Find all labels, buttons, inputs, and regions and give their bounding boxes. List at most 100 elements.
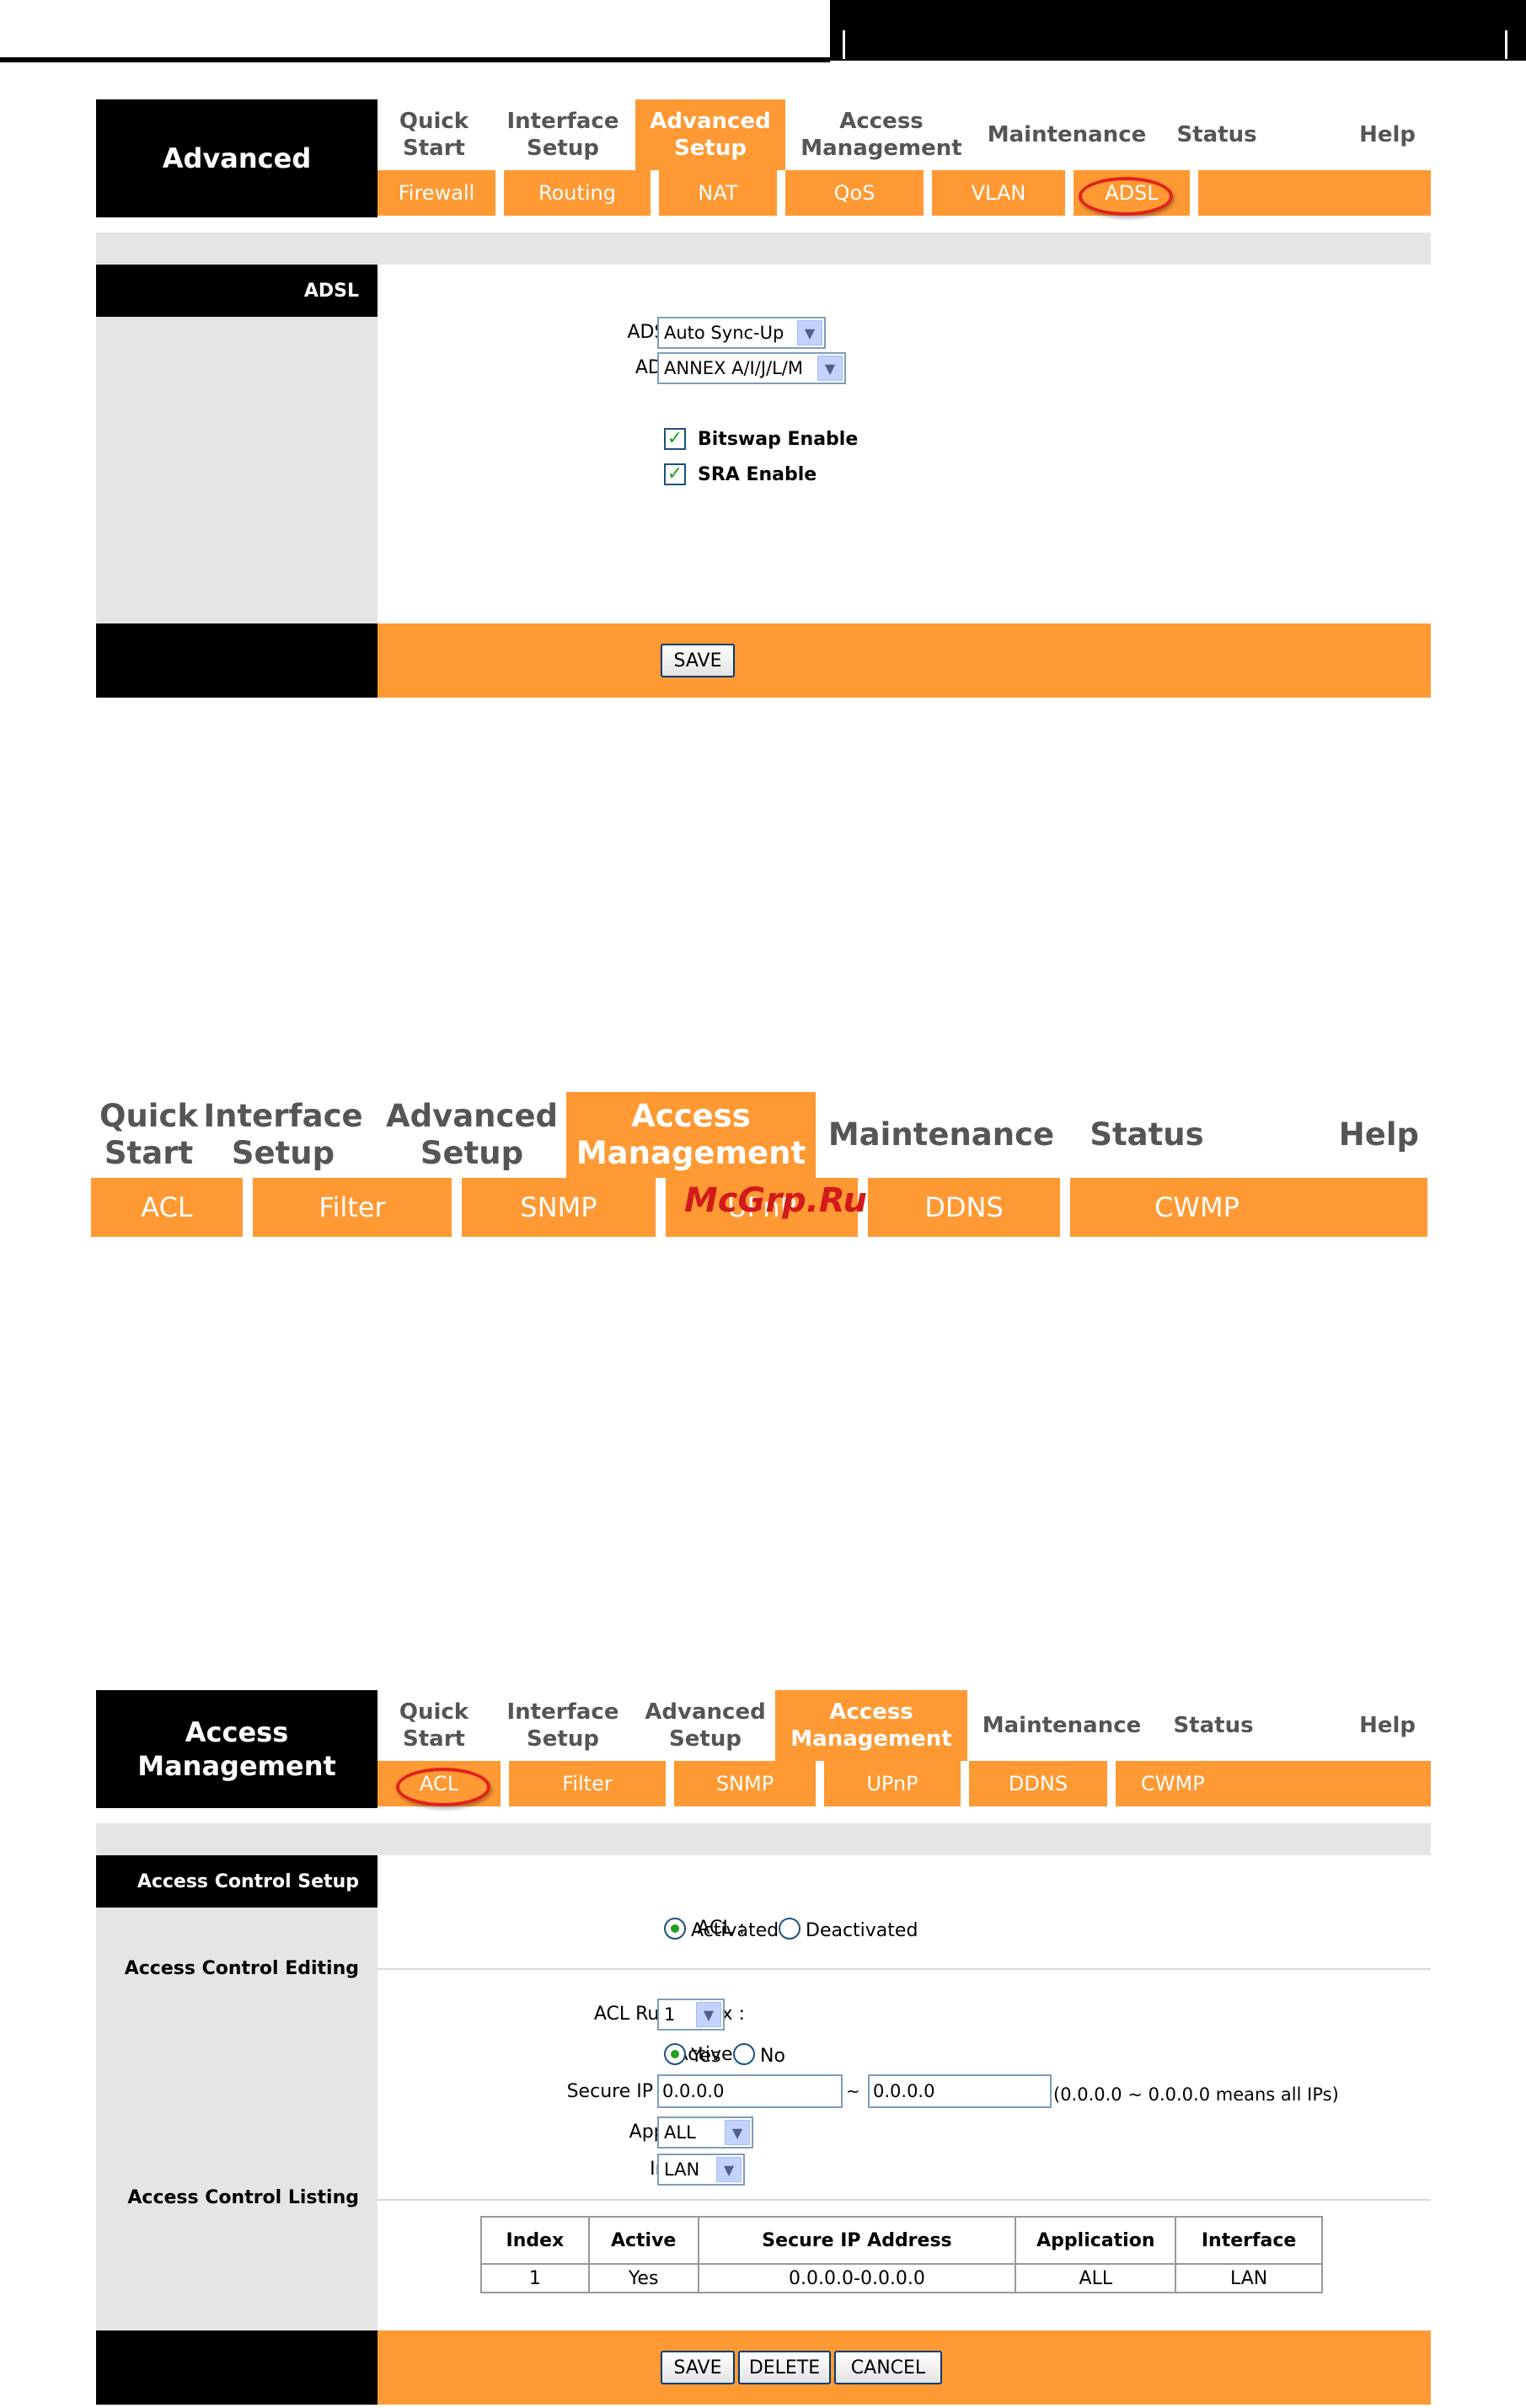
- active-no-radio[interactable]: [733, 2043, 755, 2065]
- subtab-spacer: [1198, 170, 1431, 216]
- tab-advanced-setup[interactable]: Advanced Setup: [377, 1092, 566, 1178]
- tab-quick-start[interactable]: Quick Start: [377, 99, 490, 170]
- tab-interface-setup[interactable]: Interface Setup: [490, 1690, 635, 1761]
- subtab-upnp[interactable]: UPnP: [824, 1761, 969, 1806]
- section-header-access-control-setup: Access Control Setup: [96, 1855, 377, 1908]
- page-header-notch: [1505, 30, 1507, 59]
- adsl-mode-select[interactable]: Auto Sync-Up ▼: [657, 317, 826, 349]
- rule-index-select[interactable]: 1 ▼: [657, 1999, 725, 2031]
- highlight-circle: [1079, 177, 1173, 216]
- cell-application: ALL: [1015, 2263, 1177, 2293]
- tab-help[interactable]: Help: [1271, 1690, 1431, 1761]
- secure-ip-from-input[interactable]: 0.0.0.0: [657, 2074, 843, 2108]
- tab-interface-setup[interactable]: Interface Setup: [189, 1092, 377, 1178]
- chevron-down-icon[interactable]: ▼: [696, 2002, 721, 2027]
- subtab-vlan[interactable]: VLAN: [932, 170, 1074, 216]
- tab-status[interactable]: Status: [1067, 1092, 1227, 1178]
- section-access-control-listing: Access Control Listing: [127, 2187, 359, 2208]
- secure-ip-to-input[interactable]: 0.0.0.0: [868, 2074, 1052, 2108]
- table-row[interactable]: 1 Yes 0.0.0.0-0.0.0.0 ALL LAN: [480, 2263, 1323, 2293]
- tab-advanced-setup[interactable]: Advanced Setup: [635, 1690, 775, 1761]
- sub-nav: ACL Filter SNMP UPnP DDNS CWMP: [377, 1761, 1431, 1806]
- acl-deactivated-label: Deactivated: [806, 1920, 918, 1941]
- bitswap-label: Bitswap Enable: [698, 429, 859, 450]
- ip-hint: (0.0.0.0 ~ 0.0.0.0 means all IPs): [1053, 2084, 1339, 2105]
- cell-interface: LAN: [1175, 2263, 1323, 2293]
- subtab-ddns[interactable]: DDNS: [868, 1178, 1070, 1237]
- adsl-type-value: ANNEX A/I/J/L/M: [664, 358, 803, 378]
- page-header-bar: [830, 0, 1526, 61]
- acl-panel: Access Management Quick Start Interface …: [96, 1690, 1431, 2405]
- save-button[interactable]: SAVE: [661, 2351, 735, 2384]
- tab-access-management[interactable]: Access Management: [566, 1092, 816, 1178]
- acl-activated-label: Activated: [691, 1920, 779, 1941]
- column-header-index: Index: [480, 2216, 590, 2265]
- subtab-cwmp[interactable]: CWMP: [1070, 1178, 1427, 1237]
- divider: [377, 2199, 1431, 2201]
- section-access-control-editing: Access Control Editing: [124, 1958, 359, 1979]
- acl-table: Index Active Secure IP Address Applicati…: [480, 2216, 1323, 2293]
- gray-band: [96, 1823, 1431, 1855]
- application-value: ALL: [664, 2122, 696, 2143]
- subtab-cwmp[interactable]: CWMP: [1116, 1761, 1431, 1806]
- subtab-ddns[interactable]: DDNS: [969, 1761, 1116, 1806]
- subtab-nat[interactable]: NAT: [659, 170, 785, 216]
- tab-access-management[interactable]: Access Management: [785, 99, 977, 170]
- cancel-button[interactable]: CANCEL: [834, 2351, 942, 2384]
- subtab-filter[interactable]: Filter: [253, 1178, 462, 1237]
- column-header-secure-ip: Secure IP Address: [697, 2216, 1017, 2265]
- save-button[interactable]: SAVE: [661, 644, 735, 677]
- active-no-label: No: [760, 2046, 785, 2067]
- subtab-filter[interactable]: Filter: [509, 1761, 674, 1806]
- acl-deactivated-radio[interactable]: [779, 1918, 800, 1940]
- interface-select[interactable]: LAN ▼: [657, 2154, 745, 2186]
- subtab-snmp[interactable]: SNMP: [462, 1178, 666, 1237]
- page-header-rule: [0, 57, 830, 62]
- left-column: [96, 1855, 377, 2330]
- column-header-active: Active: [587, 2216, 699, 2265]
- tab-interface-setup[interactable]: Interface Setup: [490, 99, 635, 170]
- adsl-panel: Advanced Quick Start Interface Setup Adv…: [96, 99, 1431, 698]
- column-header-application: Application: [1015, 2216, 1177, 2265]
- chevron-down-icon[interactable]: ▼: [716, 2157, 742, 2182]
- tab-advanced-setup[interactable]: Advanced Setup: [635, 99, 785, 170]
- active-yes-radio[interactable]: [664, 2043, 686, 2065]
- table-header-row: Index Active Secure IP Address Applicati…: [480, 2216, 1323, 2265]
- subtab-routing[interactable]: Routing: [504, 170, 659, 216]
- tab-maintenance[interactable]: Maintenance: [816, 1092, 1067, 1178]
- sub-nav: Firewall Routing NAT QoS VLAN ADSL: [377, 170, 1431, 216]
- application-select[interactable]: ALL ▼: [657, 2116, 753, 2148]
- highlight-circle: [396, 1768, 490, 1806]
- adsl-type-select[interactable]: ANNEX A/I/J/L/M ▼: [657, 352, 846, 384]
- acl-activated-radio[interactable]: [664, 1918, 686, 1940]
- tab-access-management[interactable]: Access Management: [775, 1690, 967, 1761]
- enlarged-top-nav: Quick Start Interface Setup Advanced Set…: [91, 1092, 1427, 1178]
- ip-range-separator: ~: [846, 2081, 860, 2101]
- subtab-firewall[interactable]: Firewall: [377, 170, 504, 216]
- tab-maintenance[interactable]: Maintenance: [977, 99, 1156, 170]
- tab-quick-start[interactable]: Quick Start: [377, 1690, 490, 1761]
- tab-help[interactable]: Help: [1277, 99, 1431, 170]
- subtab-snmp[interactable]: SNMP: [674, 1761, 824, 1806]
- cell-secure-ip: 0.0.0.0-0.0.0.0: [697, 2263, 1017, 2293]
- tab-status[interactable]: Status: [1156, 1690, 1271, 1761]
- subtab-qos[interactable]: QoS: [785, 170, 932, 216]
- tab-maintenance[interactable]: Maintenance: [967, 1690, 1156, 1761]
- delete-button[interactable]: DELETE: [738, 2351, 831, 2384]
- column-header-interface: Interface: [1175, 2216, 1323, 2265]
- bitswap-checkbox[interactable]: ✓: [664, 428, 686, 450]
- tab-help[interactable]: Help: [1227, 1092, 1427, 1178]
- active-yes-label: Yes: [691, 2046, 721, 2067]
- subtab-acl[interactable]: ACL: [91, 1178, 253, 1237]
- chevron-down-icon[interactable]: ▼: [797, 320, 822, 345]
- watermark: McGrp.Ru: [684, 1181, 867, 1220]
- brand-title: Access Management: [96, 1690, 377, 1808]
- page-header-notch: [843, 30, 845, 59]
- footer-left: [96, 2330, 377, 2405]
- chevron-down-icon[interactable]: ▼: [725, 2120, 750, 2145]
- sra-checkbox[interactable]: ✓: [664, 463, 686, 485]
- chevron-down-icon[interactable]: ▼: [817, 356, 843, 381]
- tab-status[interactable]: Status: [1156, 99, 1277, 170]
- rule-index-value: 1: [664, 2004, 676, 2025]
- tab-quick-start[interactable]: Quick Start: [91, 1092, 198, 1178]
